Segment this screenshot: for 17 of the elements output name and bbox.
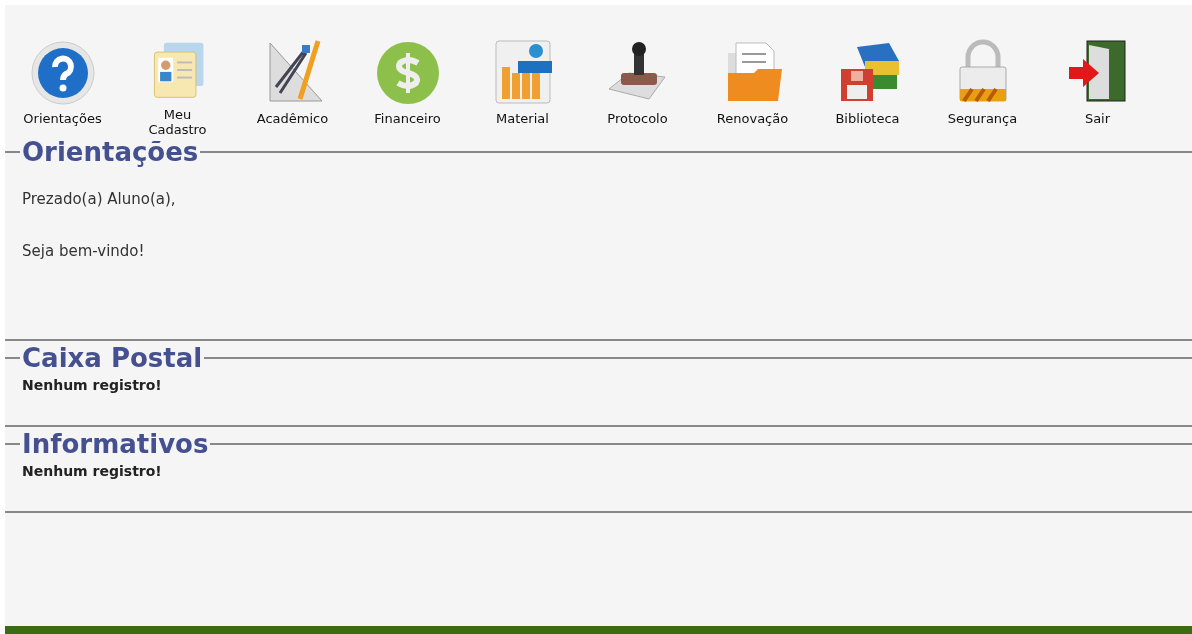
paragraph: Prezado(a) Aluno(a), [22,189,177,210]
toolbar-button[interactable]: Renovação [695,37,810,137]
toolbar-button[interactable]: Financeiro [350,37,465,137]
section-title: Caixa Postal [21,343,204,373]
toolbar-button[interactable]: Acadêmico [235,37,350,137]
toolbar-button[interactable]: Protocolo [580,37,695,137]
paragraph: Seja bem-vindo! [22,241,146,262]
toolbar-button[interactable]: Biblioteca [810,37,925,137]
toolbar-button[interactable]: Meu Cadastro [120,37,235,137]
toolbar-button[interactable]: Orientações [5,37,120,137]
empty-message: Nenhum registro! [22,463,163,479]
toolbar-button[interactable]: Sair [1040,37,1155,137]
empty-message: Nenhum registro! [22,377,163,393]
section-title: Informativos [21,429,210,459]
toolbar-button[interactable]: Segurança [925,37,1040,137]
section-title: Orientações [21,137,200,167]
toolbar-button[interactable]: Material [465,37,580,137]
